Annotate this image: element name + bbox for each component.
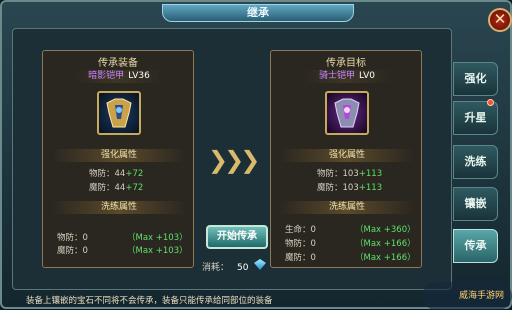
footer-hint: 装备上镶嵌的宝石不同将不会传承，装备只能传承给同部位的装备: [26, 296, 273, 306]
armor-purple-icon[interactable]: [325, 91, 369, 135]
target-refine-row: 魔防：0: [285, 253, 316, 263]
source-panel: 传承装备 暗影铠甲 LV36 强化属性 物防：44+72 魔防：44+72 洗练属…: [42, 50, 194, 268]
cost-label: 消耗： 50: [202, 263, 249, 273]
source-enhance-row: 物防：44+72: [89, 169, 144, 179]
target-refine-max: （Max +166）: [355, 239, 416, 249]
source-refine-max: （Max +103）: [127, 246, 188, 256]
transfer-arrows-icon: ❯❯❯: [208, 146, 260, 174]
source-enhance-header: 强化属性: [51, 149, 187, 162]
source-refine-header: 洗练属性: [51, 201, 187, 214]
target-panel: 传承目标 骑士铠甲 LV0 强化属性 物防：103+113 魔防：103+113 …: [270, 50, 422, 268]
target-refine-max: （Max +166）: [355, 253, 416, 263]
source-item-level: LV36: [128, 71, 150, 81]
tab-refine[interactable]: 洗练: [453, 145, 498, 179]
source-item-name: 暗影铠甲: [88, 71, 125, 81]
dialog-title: 继承: [162, 4, 354, 22]
target-item-level: LV0: [359, 71, 375, 81]
tab-star-up[interactable]: 升星: [453, 101, 498, 135]
source-item-name-bar: 暗影铠甲 LV36: [73, 70, 165, 83]
target-item-name-bar: 骑士铠甲 LV0: [301, 70, 393, 83]
tab-inlay[interactable]: 镶嵌: [453, 187, 498, 221]
target-refine-row: 生命：0: [285, 225, 316, 235]
watermark: 威海手游网: [422, 282, 512, 310]
cost-value: 50: [237, 263, 249, 273]
source-refine-row: 物防：0: [57, 233, 88, 243]
target-enhance-row: 物防：103+113: [317, 169, 383, 179]
source-refine-row: 魔防：0: [57, 246, 88, 256]
target-title: 传承目标: [326, 58, 366, 69]
armor-gold-icon[interactable]: [97, 91, 141, 135]
source-refine-max: （Max +103）: [127, 233, 188, 243]
target-enhance-row: 魔防：103+113: [317, 183, 383, 193]
target-refine-max: （Max +360）: [355, 225, 416, 235]
tab-inherit[interactable]: 传承: [453, 229, 498, 263]
source-title: 传承装备: [98, 58, 138, 69]
dialog-frame: 继承 ✕ 传承装备 暗影铠甲 LV36 强化属性 物防：44+72 魔防：44+7…: [0, 0, 512, 310]
notification-dot: [487, 99, 494, 106]
tab-enhance[interactable]: 强化: [453, 62, 498, 96]
target-refine-row: 物防：0: [285, 239, 316, 249]
close-button[interactable]: ✕: [488, 8, 512, 32]
target-enhance-header: 强化属性: [279, 149, 415, 162]
target-item-name: 骑士铠甲: [319, 71, 356, 81]
target-refine-header: 洗练属性: [279, 201, 415, 214]
source-enhance-row: 魔防：44+72: [89, 183, 144, 193]
start-inherit-button[interactable]: 开始传承: [206, 225, 268, 249]
